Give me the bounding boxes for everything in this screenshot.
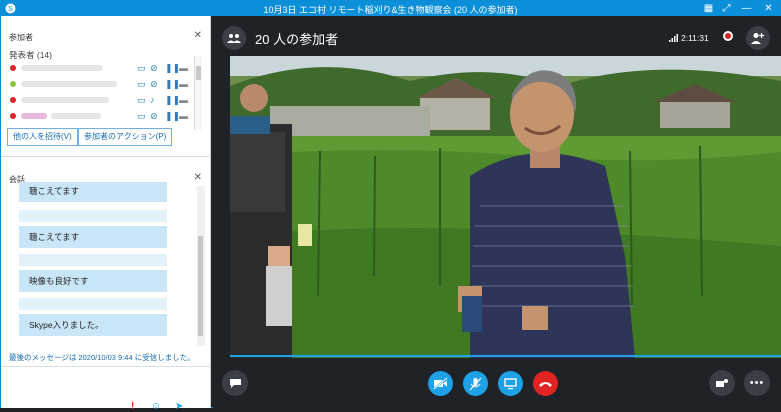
call-timer: 2:11:31 [681,33,709,43]
chat-icon: ▭ [137,95,146,105]
chat-message: 聴こえてます [19,226,167,248]
pause-icon: ❚❚ [165,95,181,105]
blurred-sender [19,210,167,222]
call-title: 20 人の参加者 [255,32,339,47]
chat-message: Skype入りました。 [19,314,167,336]
status-dot [10,113,16,119]
camera-off-button[interactable] [428,371,453,396]
close-conversation-button[interactable]: ✕ [194,172,202,183]
chat-message: 映像も良好です [19,270,167,292]
mute-button[interactable] [463,371,488,396]
invite-button[interactable]: 他の人を招待(V) [7,128,78,146]
screen-icon: ▬ [179,111,188,121]
add-participant-icon[interactable] [746,26,770,50]
side-panel: 参加者 ✕ 発表者 (14) ▭ ⊘ ❚❚ ▬ ▭ ⊘ ❚❚ ▬ ▭ ♪ ❚❚ … [1,16,211,412]
participants-heading: 参加者 [9,33,33,42]
record-icon[interactable] [723,31,733,41]
status-dot [10,97,16,103]
more-options-icon[interactable]: ••• [744,370,770,396]
layout-icon[interactable]: ▦ [700,1,717,16]
mic-icon[interactable]: ♪ [150,95,155,105]
popout-icon[interactable]: ⤢ [718,1,735,16]
send-icon[interactable]: ➤ [175,401,183,412]
share-screen-button[interactable] [498,371,523,396]
signal-icon [669,34,678,42]
call-top-bar: 20 人の参加者 2:11:31 [213,16,781,56]
title-bar: S 10月3日 エコ村 リモート稲刈り&生き物観察会 (20 人の参加者) ▦ … [1,1,780,16]
last-message-status: 最後のメッセージは 2020/10/03 9:44 に受信しました。 [9,353,195,362]
pause-icon: ❚❚ [165,111,181,121]
participant-row[interactable]: ▭ ♪ ❚❚ ▬ [5,92,201,108]
participant-list: ▭ ⊘ ❚❚ ▬ ▭ ⊘ ❚❚ ▬ ▭ ♪ ❚❚ ▬ ▭ ⊘ ❚❚ ▬ [5,60,201,124]
participant-name [51,113,101,119]
hang-up-button[interactable] [533,371,558,396]
participant-row[interactable]: ▭ ⊘ ❚❚ ▬ [5,60,201,76]
chat-icon: ▭ [137,79,146,89]
blurred-sender [19,298,167,310]
minimize-button[interactable]: — [738,1,755,16]
status-dot [10,65,16,71]
mic-muted-icon[interactable]: ⊘ [150,63,158,74]
video-feed [230,56,781,358]
chat-toggle-icon[interactable] [222,370,248,396]
participant-name [21,113,47,119]
chat-message: 聴こえてます [19,182,167,202]
participant-row[interactable]: ▭ ⊘ ❚❚ ▬ [5,76,201,92]
chat-icon: ▭ [137,63,146,73]
participant-actions-button[interactable]: 参加者のアクション(P) [78,128,173,146]
pause-icon: ❚❚ [165,63,181,73]
call-options-icon[interactable] [709,370,735,396]
screen-icon: ▬ [179,95,188,105]
priority-icon[interactable]: ! [131,401,134,412]
pause-icon: ❚❚ [165,79,181,89]
skype-window: S 10月3日 エコ村 リモート稲刈り&生き物観察会 (20 人の参加者) ▦ … [0,0,781,412]
participant-scrollbar[interactable] [194,56,202,130]
participants-icon[interactable] [222,26,246,50]
window-title: 10月3日 エコ村 リモート稲刈り&生き物観察会 (20 人の参加者) [263,5,518,15]
screen-icon: ▬ [179,63,188,73]
blurred-sender [19,254,167,266]
emoticon-icon[interactable]: ☺ [151,401,161,412]
close-participants-button[interactable]: ✕ [194,30,202,41]
message-input[interactable]: ! ☺ ➤ [1,366,210,412]
video-progress-line [230,355,781,357]
status-dot [10,81,16,87]
participant-row[interactable]: ▭ ⊘ ❚❚ ▬ [5,108,201,124]
participant-name [21,81,117,87]
conversation-scrollbar[interactable] [197,186,205,346]
mic-muted-icon[interactable]: ⊘ [150,111,158,122]
mic-muted-icon[interactable]: ⊘ [150,79,158,90]
screen-icon: ▬ [179,79,188,89]
close-window-button[interactable]: ✕ [760,1,777,16]
video-frame [230,56,781,358]
participant-name [21,97,109,103]
participant-name [21,65,103,71]
divider [1,156,210,157]
chat-icon: ▭ [137,111,146,121]
call-panel: 20 人の参加者 2:11:31 ••• [213,16,781,408]
call-controls: ••• [213,366,781,408]
